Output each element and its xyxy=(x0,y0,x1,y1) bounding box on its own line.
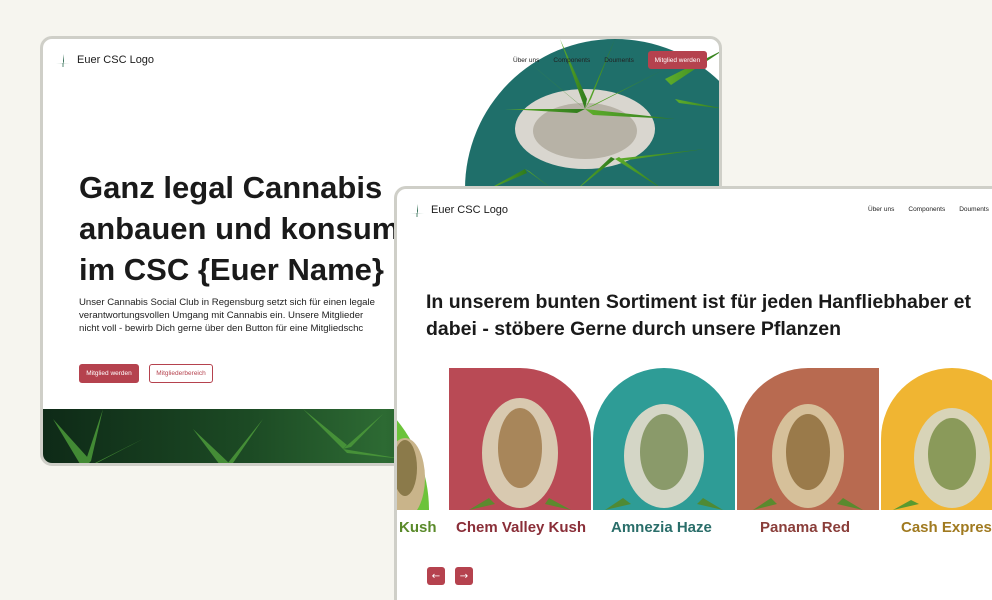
strain-card[interactable] xyxy=(881,368,992,513)
strains-preview-window: Euer CSC Logo Über uns Components Doumen… xyxy=(394,186,992,600)
member-area-button[interactable]: Mitgliederbereich xyxy=(149,364,213,383)
logo-text: Euer CSC Logo xyxy=(431,204,509,216)
strain-card[interactable] xyxy=(397,368,429,513)
arrow-left-icon: ← xyxy=(431,570,441,582)
join-button[interactable]: Mitglied werden xyxy=(79,364,139,383)
strain-name[interactable]: Cash Express xyxy=(901,519,992,536)
nav-link-components[interactable]: Components xyxy=(908,206,945,213)
main-nav: Über uns Components Douments xyxy=(868,206,989,213)
main-nav: Über uns Components Douments Mitglied we… xyxy=(513,51,707,69)
nav-link-components[interactable]: Components xyxy=(553,57,590,64)
nav-link-about[interactable]: Über uns xyxy=(513,57,539,64)
nav-cta-button[interactable]: Mitglied werden xyxy=(647,51,707,69)
carousel-prev-button[interactable]: ← xyxy=(427,567,445,585)
nav-link-docs[interactable]: Douments xyxy=(604,57,634,64)
logo[interactable]: Euer CSC Logo xyxy=(55,53,154,67)
hero-description: Unser Cannabis Social Club in Regensburg… xyxy=(79,297,375,334)
strain-name[interactable]: Kush xyxy=(399,519,437,536)
logo-text: Euer CSC Logo xyxy=(77,54,155,66)
strain-card[interactable] xyxy=(737,368,879,513)
logo[interactable]: Euer CSC Logo xyxy=(409,203,508,217)
section-title: In unserem bunten Sortiment ist für jede… xyxy=(426,291,971,340)
strain-card[interactable] xyxy=(449,368,591,513)
strain-card[interactable] xyxy=(593,368,735,513)
strain-name[interactable]: Amnezia Haze xyxy=(611,519,712,536)
nav-link-docs[interactable]: Douments xyxy=(959,206,989,213)
nav-link-about[interactable]: Über uns xyxy=(868,206,894,213)
strain-name[interactable]: Chem Valley Kush xyxy=(456,519,586,536)
carousel-next-button[interactable]: → xyxy=(455,567,473,585)
cannabis-leaf-icon xyxy=(410,204,424,217)
strain-name[interactable]: Panama Red xyxy=(760,519,850,536)
cannabis-leaf-icon xyxy=(56,54,70,67)
arrow-right-icon: → xyxy=(459,570,469,582)
